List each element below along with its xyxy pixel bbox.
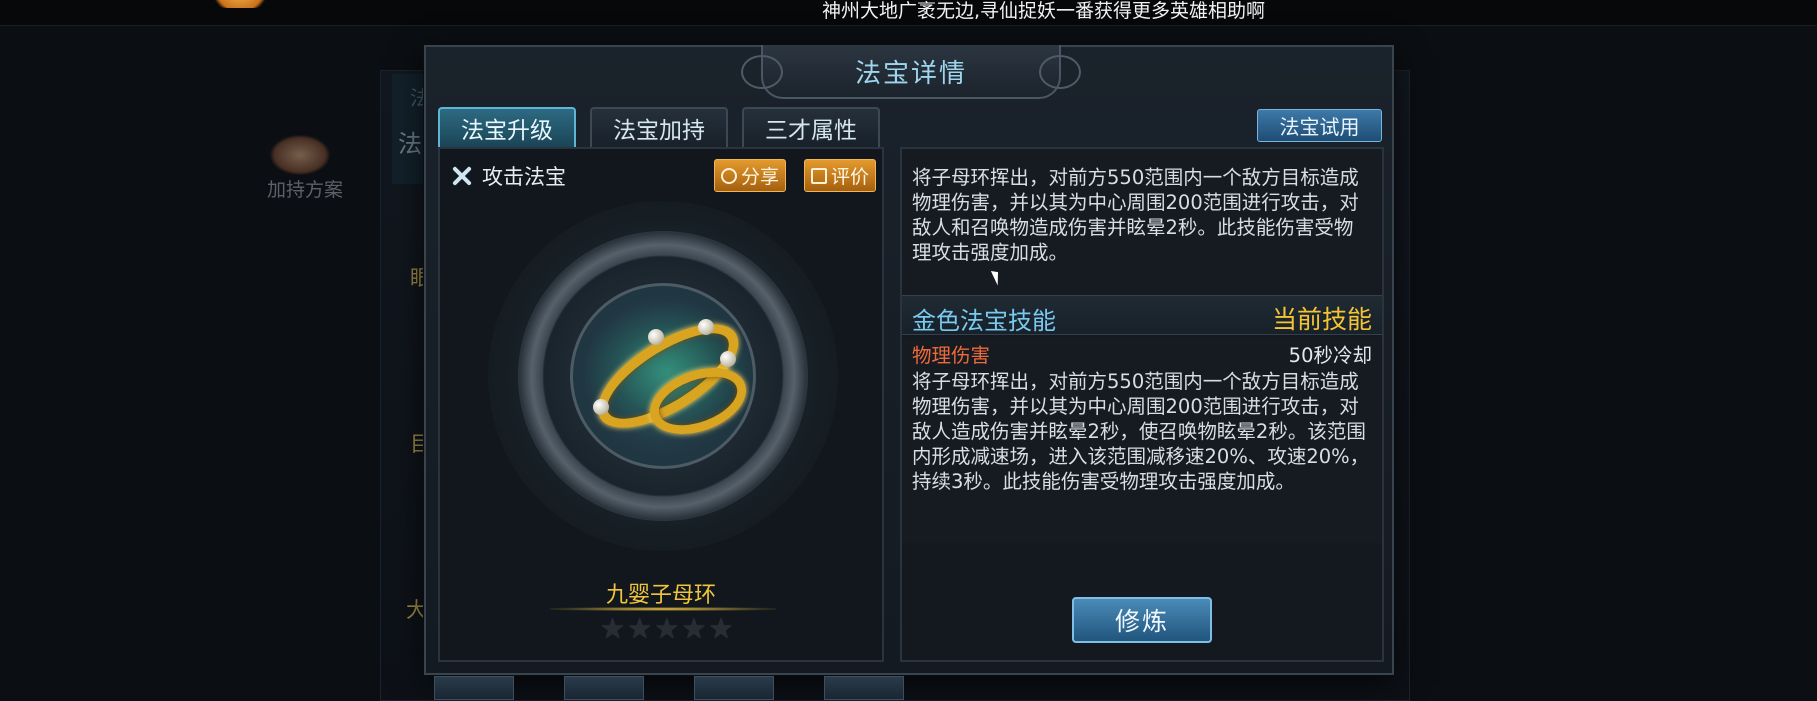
skill-meta-row: 物理伤害 50秒冷却: [912, 337, 1372, 369]
rate-label: 评价: [831, 166, 870, 188]
ring-pearl: [698, 319, 714, 335]
try-treasure-button[interactable]: 法宝试用: [1257, 109, 1382, 142]
edit-icon: [811, 167, 827, 184]
item-medallion: [488, 201, 838, 551]
scroll-icon: [270, 135, 330, 175]
item-type-row: 攻击法宝: [450, 161, 566, 191]
mouse-cursor-icon: [990, 268, 1004, 286]
dialog-title: 法宝详情: [854, 58, 967, 89]
treasure-detail-dialog: 法宝详情 法宝升级 法宝加持 三才属性 法宝试用 攻击法宝 分享 评价 九婴子母…: [424, 45, 1394, 675]
skill-description: 将子母环挥出，对前方550范围内一个敌方目标造成物理伤害，并以其为中心周围200…: [912, 370, 1370, 493]
star-empty-icon: ★: [708, 612, 734, 645]
item-type-label: 攻击法宝: [482, 165, 566, 189]
scrolling-announcement: 神州大地广袤无边,寻仙捉妖一番获得更多英雄相助啊: [822, 0, 1266, 22]
plan-label: 加持方案: [267, 179, 344, 201]
bottom-thumbnails: [434, 676, 904, 700]
thumbnail-slot[interactable]: [564, 676, 644, 700]
cultivate-button[interactable]: 修炼: [1072, 597, 1212, 643]
ring-pearl: [648, 329, 664, 345]
thumbnail-slot[interactable]: [824, 676, 904, 700]
item-name: 九婴子母环: [605, 583, 716, 608]
star-empty-icon: ★: [654, 612, 680, 645]
ring-pearl: [720, 351, 736, 367]
tab-treasure-upgrade[interactable]: 法宝升级: [438, 107, 576, 147]
ring-pearl: [593, 399, 609, 415]
thumbnail-slot[interactable]: [694, 676, 774, 700]
name-underline: [550, 607, 776, 611]
tab-bar: 法宝升级 法宝加持 三才属性: [438, 107, 880, 147]
crossed-swords-icon: [450, 164, 474, 188]
golden-skill-title: 金色法宝技能: [912, 307, 1056, 335]
tab-sancai-attributes[interactable]: 三才属性: [742, 107, 880, 147]
current-skill-title: 当前技能: [1271, 305, 1372, 334]
star-rating: ★ ★ ★ ★ ★: [600, 612, 734, 645]
share-label: 分享: [741, 166, 780, 188]
dialog-title-plate: 法宝详情: [741, 45, 1081, 99]
share-button[interactable]: 分享: [714, 159, 787, 192]
thumbnail-slot[interactable]: [434, 676, 514, 700]
tab-treasure-enhance[interactable]: 法宝加持: [590, 107, 728, 147]
star-empty-icon: ★: [600, 612, 626, 645]
star-empty-icon: ★: [681, 612, 707, 645]
item-info-pane: 将子母环挥出，对前方550范围内一个敌方目标造成物理伤害，并以其为中心周围200…: [900, 147, 1384, 662]
item-display-pane: 攻击法宝 分享 评价 九婴子母环 ★ ★ ★ ★ ★: [438, 147, 884, 662]
skill-header: 金色法宝技能 当前技能: [902, 295, 1382, 335]
background-tab-label: 法: [398, 130, 422, 158]
star-empty-icon: ★: [627, 612, 653, 645]
item-description-box: 将子母环挥出，对前方550范围内一个敌方目标造成物理伤害，并以其为中心周围200…: [902, 149, 1382, 295]
rate-button[interactable]: 评价: [804, 159, 877, 192]
item-description: 将子母环挥出，对前方550范围内一个敌方目标造成物理伤害，并以其为中心周围200…: [912, 166, 1359, 264]
skill-name: 物理伤害: [912, 343, 991, 367]
skill-detail-box: 物理伤害 50秒冷却 将子母环挥出，对前方550范围内一个敌方目标造成物理伤害，…: [902, 337, 1382, 543]
share-icon: [721, 167, 737, 184]
skill-cooldown: 50秒冷却: [1288, 343, 1372, 367]
